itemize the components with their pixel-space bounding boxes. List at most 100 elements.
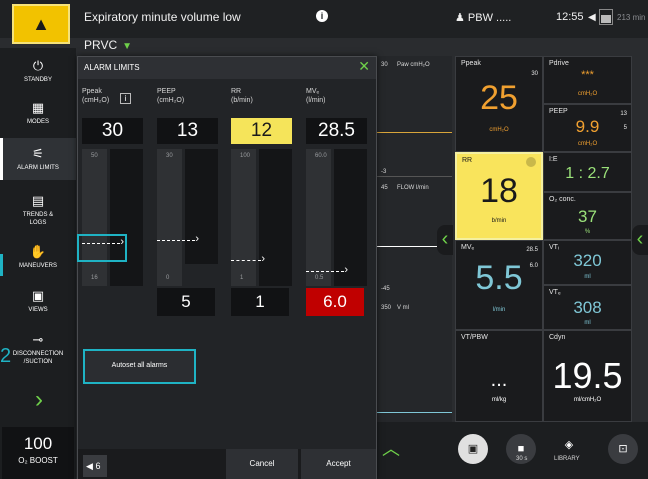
sidebar-item-label: ALARM LIMITS [17,165,59,171]
mve-lower-limit[interactable]: 6.0 [306,288,364,316]
cancel-button[interactable]: Cancel [226,449,298,479]
ppeak-upper-tick: 50 [91,153,98,159]
ventilator-screen: Expiratory minute volume low i ♟ PBW ...… [0,0,648,479]
chevron-up-icon[interactable]: ︿ [376,434,406,464]
annotation-highlight-1 [77,234,127,262]
rr-slider-track[interactable] [231,149,256,286]
paw-max: 30 [381,62,388,68]
tile-ppeak[interactable]: Ppeak 30 25 cmH₂O [455,56,543,152]
mve-slider[interactable] [334,149,367,286]
alarm-bell-button[interactable]: ▲ [12,4,70,44]
dialog-header: ALARM LIMITS ✕ [78,57,376,79]
tile-unit: % [584,229,591,235]
tile-unit: ml [584,320,591,326]
views-icon: ▣ [31,288,45,303]
pbw-readout[interactable]: ♟ PBW ..... [455,11,511,24]
tile-vte[interactable]: VTₑ 308 ml [543,285,632,330]
pbw-label: PBW ..... [467,12,512,24]
tile-value: 9.9 [575,117,600,136]
rr-upper-limit[interactable]: 12 [231,118,292,144]
rr-lower-limit[interactable]: 1 [231,288,289,316]
autoset-all-alarms-button[interactable]: Autoset all alarms [83,349,196,384]
mode-name: PRVC [84,38,118,52]
tile-vt-pbw[interactable]: VT/PBW ... ml/kg [455,330,543,422]
tile-unit: ml/cmH₂O [573,397,602,403]
ppeak-slider-track[interactable] [82,149,107,286]
plug-icon: ◀ [588,12,596,23]
paw-min: -3 [381,169,387,175]
tile-value: 320 [573,251,602,270]
camera-icon[interactable]: ▣ [458,434,488,464]
o2-boost-label: O₂ BOOST [18,456,58,465]
alarm-volume-button[interactable]: ◀ 6 [83,455,107,477]
lock-icon[interactable]: ⊡ [608,434,638,464]
ppeak-slider[interactable] [110,149,143,286]
mve-slider-track[interactable] [306,149,331,286]
tile-value: *** [581,69,594,81]
column-unit: (cmH₂O) [82,97,110,104]
alarm-message[interactable]: Expiratory minute volume low [84,10,241,24]
column-unit: (cmH₂O) [157,97,185,104]
sidebar-item-standby[interactable]: ⏻ STANDBY [0,58,76,90]
column-name: Ppeak [82,88,102,95]
close-icon[interactable]: ✕ [358,58,370,75]
tile-mve[interactable]: MVₑ 28.5 6.0 5.5 l/min [455,240,543,330]
tile-name: Pdrive [549,60,569,67]
tile-o2[interactable]: O₂ conc. 37 % [543,192,632,240]
sidebar-item-disconnection[interactable]: ⊸ DISCONNECTION /SUCTION [0,332,76,372]
o2-boost-button[interactable]: 100 O₂ BOOST [2,427,74,479]
peep-lower-limit[interactable]: 5 [157,288,215,316]
tile-name: O₂ conc. [549,196,576,203]
tile-value: 1 : 2.7 [565,165,610,182]
chevron-left-icon[interactable]: ‹ [437,225,453,255]
mode-selector[interactable]: PRVC ▼ [84,38,132,52]
tile-ie[interactable]: I:E 1 : 2.7 [543,152,632,192]
tile-rr[interactable]: RR 18 b/min [455,152,543,240]
peep-slider[interactable] [185,149,218,264]
dialog-footer: ◀ 6 Cancel Accept [78,449,376,479]
tile-unit: l/min [492,307,506,313]
tile-cdyn[interactable]: Cdyn 19.5 ml/cmH₂O [543,330,632,422]
sidebar-item-trends[interactable]: ▤ TRENDS & LOGS [0,193,76,231]
info-icon[interactable]: i [316,10,328,22]
tile-pdrive[interactable]: Pdrive *** cmH₂O [543,56,632,104]
chevron-right-icon[interactable]: › [22,385,56,415]
sidebar-item-modes[interactable]: ▦ MODES [0,100,76,132]
patient-icon: ♟ [455,12,468,24]
tile-name: PEEP [549,108,568,115]
annotation-marker-1 [0,254,3,276]
sidebar-item-maneuvers[interactable]: ✋ MANEUVERS [0,244,76,274]
alarm-volume-level: 6 [95,461,101,471]
column-unit: (b/min) [231,97,253,104]
sidebar-item-alarm-limits[interactable]: ⚟ ALARM LIMITS [0,138,76,180]
mve-upper-limit[interactable]: 28.5 [306,118,367,144]
column-unit: (l/min) [306,97,326,104]
bottom-dock: ︿ ▣ ■ 30 s ◈ LIBRARY ⊡ [376,422,648,479]
peep-slider-track[interactable] [157,149,182,286]
battery-time: 213 min [617,13,646,22]
tile-name: I:E [549,156,558,163]
tile-unit: cmH₂O [577,141,598,147]
alarm-limits-dialog: ALARM LIMITS ✕ Ppeak (cmH₂O) i PEEP (cmH₂O… [77,56,377,479]
tile-peep[interactable]: PEEP 13 5 9.9 cmH₂O [543,104,632,152]
ppeak-upper-limit[interactable]: 30 [82,118,143,144]
rr-slider[interactable] [259,149,292,286]
info-icon[interactable]: i [120,93,131,104]
tile-vti[interactable]: VTᵢ 320 ml [543,240,632,285]
flow-max: 45 [381,185,388,191]
accept-button[interactable]: Accept [301,449,376,479]
sidebar-item-label: MANEUVERS [18,263,57,269]
chevron-left-icon[interactable]: ‹ [632,225,648,255]
tile-limit: 30 [531,71,538,77]
peep-upper-limit[interactable]: 13 [157,118,218,144]
vol-label: V ml [397,305,409,311]
rr-upper-tick: 100 [240,153,251,159]
tile-name: Cdyn [549,334,566,341]
library-label: LIBRARY [554,456,580,462]
tile-value: 5.5 [475,259,523,297]
bell-icon: ▲ [32,13,50,34]
tile-unit: cmH₂O [489,127,509,133]
sidebar-item-views[interactable]: ▣ VIEWS [0,288,76,318]
tile-value: 308 [573,298,602,317]
tile-name: VTᵢ [549,244,560,251]
